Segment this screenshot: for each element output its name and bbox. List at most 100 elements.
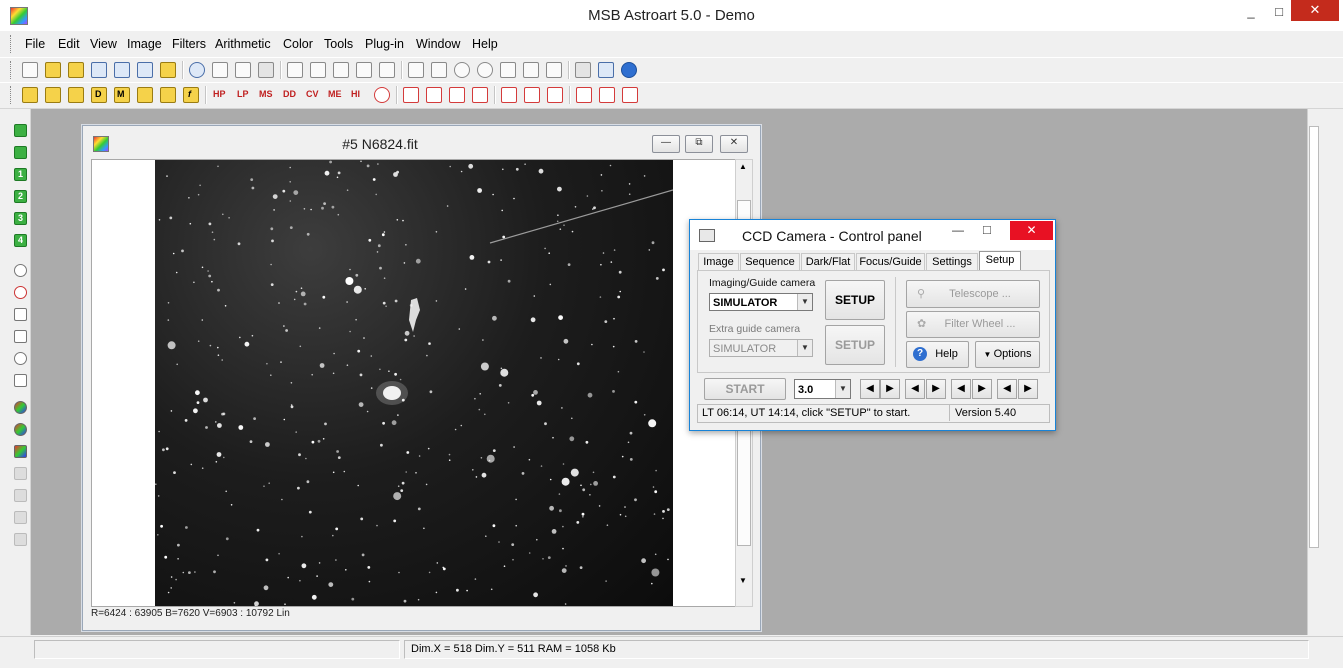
menu-filters[interactable]: Filters [172,37,206,51]
grid-9-icon[interactable] [622,87,638,103]
save-icon[interactable] [91,62,107,78]
menu-arithmetic[interactable]: Arithmetic [215,37,271,51]
function-icon[interactable]: f [183,87,199,103]
rgb-icon[interactable] [14,401,27,414]
menu-view[interactable]: View [90,37,117,51]
sum-icon[interactable] [408,62,424,78]
image-canvas[interactable] [91,159,737,607]
menu-edit[interactable]: Edit [58,37,80,51]
tab-dark-flat[interactable]: Dark/Flat [801,253,855,271]
eye-icon[interactable] [431,62,447,78]
tab-setup[interactable]: Setup [979,251,1021,271]
menu-file[interactable]: File [25,37,45,51]
tab-image[interactable]: Image [698,253,739,271]
mask-button[interactable]: MS [259,89,273,99]
window-icon[interactable] [523,62,539,78]
fullscreen-icon[interactable] [546,62,562,78]
exposure-select[interactable]: 3.0 ▼ [794,379,851,399]
frame-icon[interactable] [379,62,395,78]
image-window-titlebar[interactable]: #5 N6824.fit — ⧉ ✕ [83,126,760,159]
move-right-button-4[interactable]: ▶ [1018,379,1038,399]
options-button[interactable]: ▼ Options [975,341,1040,368]
move-right-button-3[interactable]: ▶ [972,379,992,399]
subtract-icon[interactable] [45,87,61,103]
mirror-icon[interactable] [547,87,563,103]
save-all-icon[interactable] [137,62,153,78]
scroll-up-arrow[interactable]: ▲ [739,162,747,171]
star-select-icon[interactable] [14,264,27,277]
grid-4-icon[interactable] [599,87,615,103]
maximize-button[interactable]: □ [1265,0,1293,26]
move-left-button-2[interactable]: ◀ [905,379,925,399]
monitor-icon[interactable] [500,62,516,78]
menu-color[interactable]: Color [283,37,313,51]
layer-4-button[interactable]: 4 [14,234,27,247]
browse-icon[interactable] [160,62,176,78]
move-right-button-1[interactable]: ▶ [880,379,900,399]
star-field-image[interactable] [155,160,673,606]
menu-tools[interactable]: Tools [324,37,353,51]
new-file-icon[interactable] [22,62,38,78]
resize-icon[interactable] [449,87,465,103]
tab-sequence[interactable]: Sequence [740,253,800,271]
image-minimize-button[interactable]: — [652,135,680,153]
layer-2-button[interactable]: 2 [14,190,27,203]
workspace-scroll-thumb[interactable] [1309,126,1319,548]
menu-image[interactable]: Image [127,37,162,51]
help-button[interactable]: ? Help [906,341,969,368]
highpass-button[interactable]: HP [213,89,226,99]
crop-icon[interactable] [403,87,419,103]
paste-icon[interactable] [258,62,274,78]
ccd-control-panel[interactable]: CCD Camera - Control panel — □ ✕ Image S… [689,219,1056,431]
copy-icon[interactable] [235,62,251,78]
image-window[interactable]: #5 N6824.fit — ⧉ ✕ ▲ ▼ R=6424 : 63905 B=… [82,125,761,631]
bin-icon[interactable] [472,87,488,103]
tab-settings[interactable]: Settings [926,253,978,271]
cross-icon[interactable] [160,87,176,103]
play-icon[interactable] [14,146,27,159]
save-as-icon[interactable] [114,62,130,78]
chart-icon[interactable] [14,330,27,343]
lowpass-button[interactable]: LP [237,89,249,99]
cut-icon[interactable] [212,62,228,78]
open-folder-icon[interactable] [45,62,61,78]
close-button[interactable]: ✕ [1291,0,1339,21]
ccd-minimize-button[interactable]: — [952,223,964,237]
chevron-down-icon[interactable]: ▼ [797,294,812,310]
menu-window[interactable]: Window [416,37,460,51]
profile-icon[interactable] [333,62,349,78]
refresh-icon[interactable] [189,62,205,78]
target-icon[interactable] [14,286,27,299]
telescope-icon[interactable] [575,62,591,78]
imaging-camera-select[interactable]: SIMULATOR ▼ [709,293,813,311]
divide-icon[interactable] [68,87,84,103]
align-icon[interactable] [501,87,517,103]
magnifier-icon[interactable] [14,352,27,365]
image-restore-button[interactable]: ⧉ [685,135,713,153]
observatory-icon[interactable] [598,62,614,78]
tab-focus-guide[interactable]: Focus/Guide [856,253,925,271]
chevron-down-icon[interactable]: ▼ [835,380,850,398]
flip-icon[interactable] [524,87,540,103]
move-left-button-1[interactable]: ◀ [860,379,880,399]
stop-icon[interactable] [14,124,27,137]
open-recent-icon[interactable] [68,62,84,78]
zoom-in-icon[interactable] [454,62,470,78]
ccd-maximize-button[interactable]: □ [983,222,991,237]
plus-icon[interactable] [137,87,153,103]
zoom-out-icon[interactable] [477,62,493,78]
histogram-eq-button[interactable]: HI [351,89,360,99]
color-balance-icon[interactable] [14,423,27,436]
rotate-icon[interactable] [426,87,442,103]
curve-icon[interactable] [14,374,27,387]
ccd-titlebar[interactable]: CCD Camera - Control panel — □ ✕ [690,220,1055,250]
minimize-button[interactable]: _ [1237,0,1265,26]
palette-icon[interactable] [14,445,27,458]
multiply-icon[interactable]: M [114,87,130,103]
plot-icon[interactable] [14,308,27,321]
menu-help[interactable]: Help [472,37,498,51]
move-left-button-3[interactable]: ◀ [951,379,971,399]
setup-button[interactable]: SETUP [825,280,885,320]
brightness-icon[interactable] [356,62,372,78]
histogram-icon[interactable] [310,62,326,78]
